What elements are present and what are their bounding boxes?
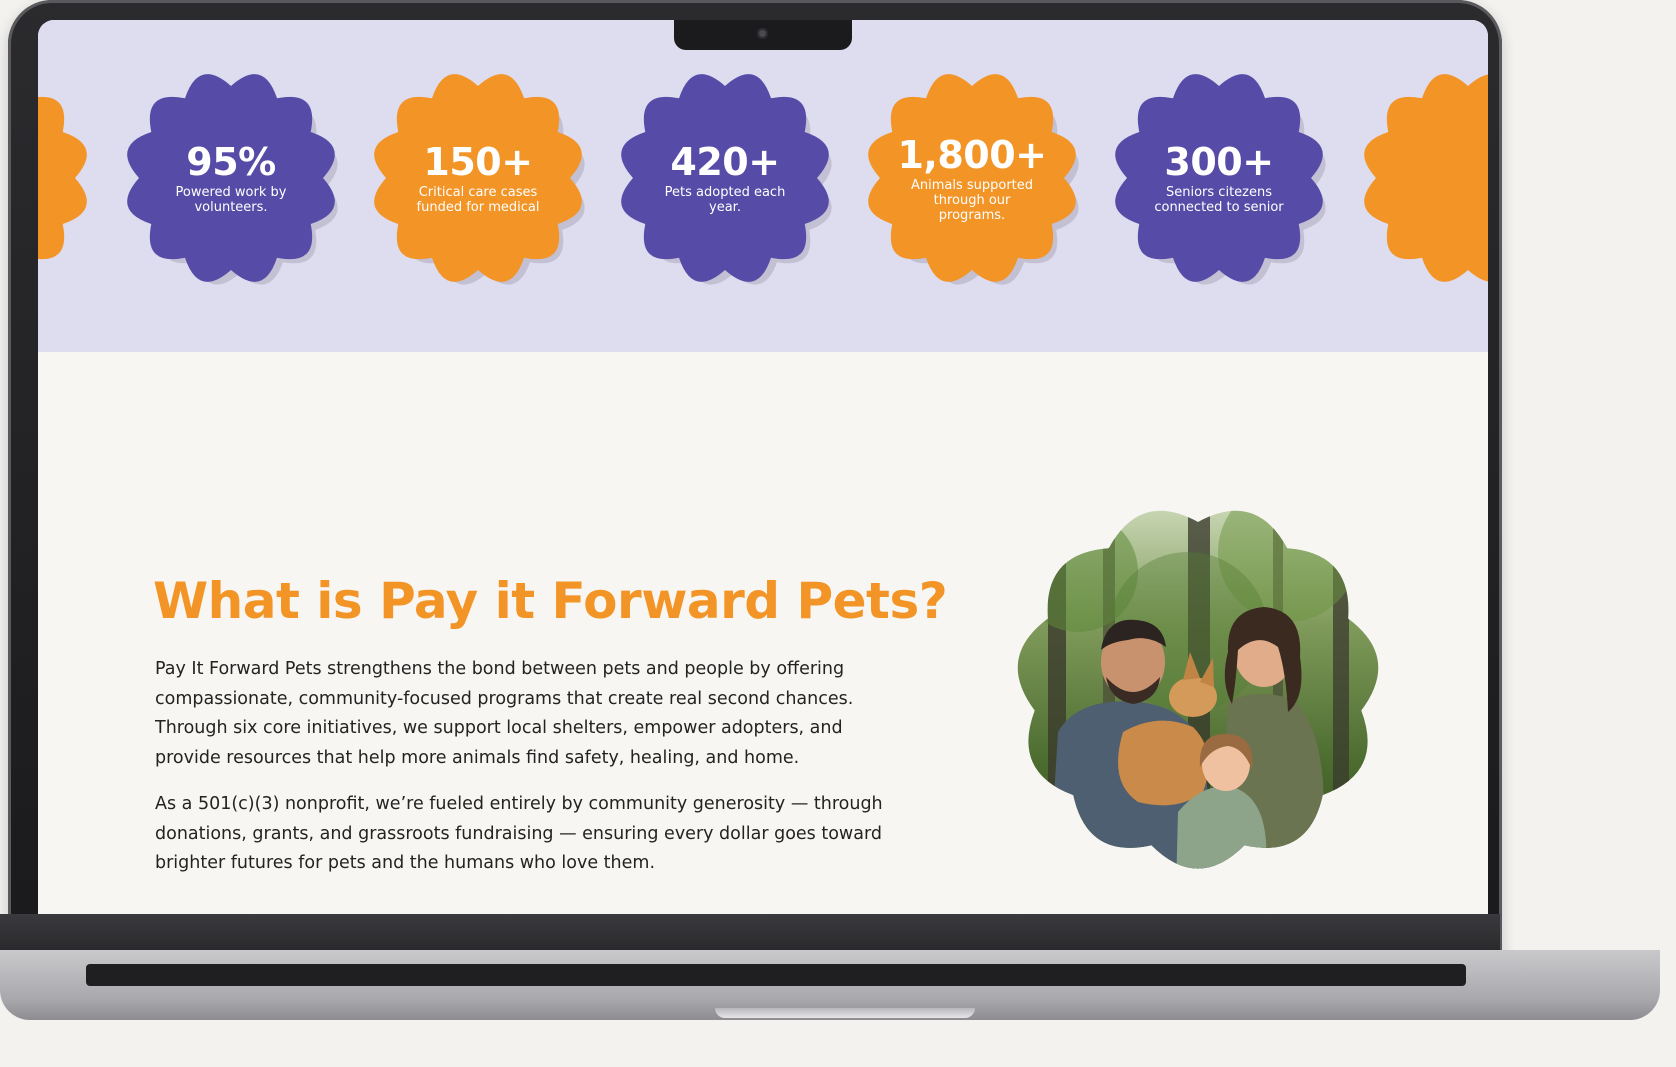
partial-badge-left (38, 96, 87, 260)
stats-band: 95% Powered work by volunteers. 150+ Cri… (38, 20, 1488, 352)
stat-value: 420+ (670, 140, 780, 184)
stat-caption: Animals supported through our programs. (910, 177, 1034, 223)
camera-icon (757, 28, 768, 39)
stat-value: 150+ (423, 140, 533, 184)
stat-caption: Pets adopted each year. (664, 185, 786, 215)
laptop-base (0, 914, 1676, 1034)
partial-badge-right (1364, 74, 1488, 282)
stat-value: 1,800+ (897, 132, 1047, 177)
keyboard (86, 964, 1466, 986)
stat-badge-seniors: 300+ Seniors citezens connected to senio… (1094, 53, 1344, 303)
stat-value: 95% (186, 140, 276, 184)
family-with-dog-photo (988, 482, 1408, 892)
stat-caption: Powered work by volunteers. (175, 185, 287, 215)
camera-notch (674, 20, 852, 50)
stat-badge-animals-supported: 1,800+ Animals supported through our pro… (847, 53, 1097, 303)
device-mockup: 95% Powered work by volunteers. 150+ Cri… (0, 0, 1676, 1067)
laptop-lid: 95% Powered work by volunteers. 150+ Cri… (8, 0, 1502, 960)
stat-value: 300+ (1164, 140, 1274, 184)
trackpad-notch (715, 1008, 975, 1018)
stat-badge-critical-care: 150+ Critical care cases funded for medi… (353, 53, 603, 303)
stat-caption: Seniors citezens connected to senior (1154, 185, 1284, 215)
stat-badge-volunteers: 95% Powered work by volunteers. (106, 53, 356, 303)
about-section: What is Pay it Forward Pets? Pay It Forw… (38, 352, 1488, 914)
about-paragraph-1: Pay It Forward Pets strengthens the bond… (155, 659, 854, 768)
stat-badge-adoptions: 420+ Pets adopted each year. (600, 53, 850, 303)
website-screen: 95% Powered work by volunteers. 150+ Cri… (38, 20, 1488, 914)
stat-caption: Critical care cases funded for medical (416, 185, 540, 215)
about-heading: What is Pay it Forward Pets? (153, 572, 948, 630)
laptop-hinge (0, 914, 1500, 950)
about-paragraph-2: As a 501(c)(3) nonprofit, we’re fueled e… (155, 794, 883, 873)
family-photo-illustration (1017, 510, 1379, 869)
